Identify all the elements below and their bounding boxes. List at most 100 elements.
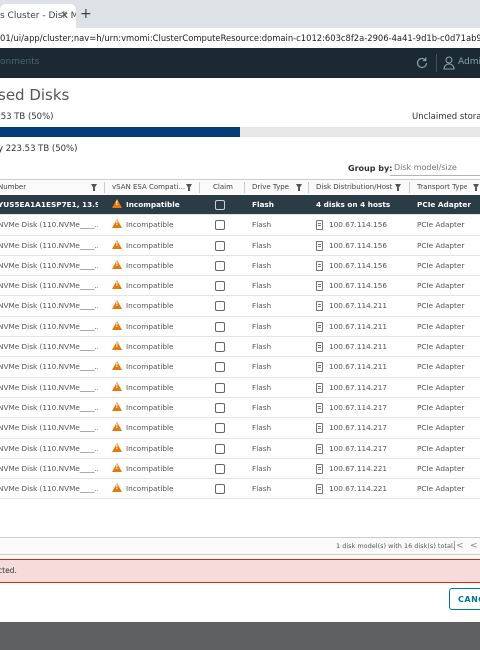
- grid-footer-count: 1 disk model(s) with 16 disk(s) total.: [336, 542, 455, 550]
- host-icon: [316, 463, 323, 474]
- table-row[interactable]: NVMe Disk (110.NVMe____... Incompatible Fl…: [0, 459, 480, 480]
- drive-type: Flash: [252, 423, 272, 433]
- claim-checkbox[interactable]: [215, 301, 225, 312]
- disk-name: NVMe Disk (110.NVMe____...: [0, 382, 98, 392]
- drive-type: Flash: [252, 463, 272, 473]
- claim-checkbox[interactable]: [215, 443, 225, 454]
- claim-checkbox[interactable]: [215, 382, 225, 393]
- drive-type: Flash: [252, 362, 272, 372]
- claim-checkbox[interactable]: [215, 260, 225, 271]
- claim-checkbox[interactable]: [215, 342, 225, 353]
- compat-status: Incompatible: [126, 484, 174, 494]
- compat-status: Incompatible: [126, 281, 174, 291]
- claim-checkbox[interactable]: [215, 484, 225, 495]
- transport-type: PCIe Adapter: [417, 260, 465, 270]
- disk-grid-body: YUS5EA1A1ESP7E1, 13.97 T... Incompatible F…: [0, 195, 480, 500]
- disk-name: NVMe Disk (110.NVMe____...: [0, 402, 98, 412]
- warning-icon: [112, 422, 122, 432]
- host-icon: [316, 423, 323, 434]
- transport-type: PCIe Adapter: [417, 281, 465, 291]
- drive-type: Flash: [252, 200, 274, 209]
- compat-status: Incompatible: [126, 321, 174, 331]
- user-icon[interactable]: [443, 56, 455, 70]
- column-header-claim[interactable]: Claim: [213, 180, 243, 195]
- error-alert: cted.: [0, 559, 480, 583]
- claim-checkbox[interactable]: [215, 240, 225, 251]
- drive-type: Flash: [252, 240, 272, 250]
- disk-host: 100.67.114.156: [329, 281, 388, 291]
- new-tab-icon[interactable]: +: [80, 6, 92, 22]
- user-name[interactable]: Admin: [458, 57, 480, 67]
- column-header-esa-compat[interactable]: vSAN ESA Compati...: [112, 180, 192, 195]
- claim-checkbox[interactable]: [215, 463, 225, 474]
- drive-type: Flash: [252, 342, 272, 352]
- warning-icon: [112, 259, 122, 269]
- table-row[interactable]: NVMe Disk (110.NVMe____... Incompatible Fl…: [0, 357, 480, 378]
- app-header: onments Admin: [0, 48, 480, 78]
- compat-status: Incompatible: [126, 342, 174, 352]
- drive-type: Flash: [252, 301, 272, 311]
- table-row[interactable]: NVMe Disk (110.NVMe____... Incompatible Fl…: [0, 378, 480, 398]
- nav-section-label[interactable]: onments: [0, 57, 39, 67]
- disk-name: NVMe Disk (110.NVMe____...: [0, 260, 98, 270]
- compat-status: Incompatible: [126, 463, 174, 473]
- disk-host: 4 disks on 4 hosts: [316, 200, 391, 209]
- transport-type: PCIe Adapter: [417, 240, 465, 250]
- table-row[interactable]: NVMe Disk (110.NVMe____... Incompatible Fl…: [0, 418, 480, 439]
- refresh-icon[interactable]: [415, 56, 429, 70]
- warning-icon: [112, 219, 122, 229]
- previous-page-icon[interactable]: <: [470, 538, 478, 554]
- warning-icon: [112, 361, 122, 371]
- table-row[interactable]: NVMe Disk (110.NVMe____... Incompatible Fl…: [0, 479, 480, 500]
- transport-type: PCIe Adapter: [417, 321, 465, 331]
- alert-message: cted.: [0, 566, 17, 575]
- warning-icon: [112, 483, 122, 493]
- disk-name: NVMe Disk (110.NVMe____...: [0, 220, 98, 230]
- group-by-select[interactable]: Disk model/size: [390, 160, 480, 176]
- first-page-icon[interactable]: |<: [453, 538, 464, 554]
- browser-tab[interactable]: s Cluster - Disk Ma ✕: [0, 4, 76, 28]
- table-row[interactable]: NVMe Disk (110.NVMe____... Incompatible Fl…: [0, 398, 480, 419]
- table-row[interactable]: NVMe Disk (110.NVMe____... Incompatible Fl…: [0, 296, 480, 317]
- column-header-transport[interactable]: Transport Type: [417, 180, 467, 195]
- drive-type: Flash: [252, 484, 272, 494]
- claim-checkbox[interactable]: [215, 321, 225, 332]
- filter-icon[interactable]: [296, 184, 302, 191]
- claimed-capacity: .53 TB (50%): [0, 112, 54, 122]
- disk-name: NVMe Disk (110.NVMe____...: [0, 484, 98, 494]
- warning-icon: [112, 341, 122, 351]
- filter-icon[interactable]: [186, 184, 192, 191]
- filter-icon[interactable]: [473, 184, 479, 191]
- column-header-number[interactable]: Number: [0, 180, 84, 195]
- table-row[interactable]: NVMe Disk (110.NVMe____... Incompatible Fl…: [0, 439, 480, 459]
- disk-name: NVMe Disk (110.NVMe____...: [0, 362, 98, 372]
- table-row[interactable]: NVMe Disk (110.NVMe____... Incompatible Fl…: [0, 236, 480, 256]
- table-row[interactable]: NVMe Disk (110.NVMe____... Incompatible Fl…: [0, 337, 480, 358]
- table-row[interactable]: YUS5EA1A1ESP7E1, 13.97 T... Incompatible F…: [0, 195, 480, 216]
- disk-host: 100.67.114.156: [329, 240, 388, 250]
- close-icon[interactable]: ✕: [60, 4, 68, 28]
- address-bar[interactable]: 01/ui/app/cluster;nav=h/urn:vmomi:Cluste…: [0, 28, 480, 49]
- warning-icon: [112, 300, 122, 310]
- claim-checkbox[interactable]: [215, 200, 225, 210]
- cancel-button[interactable]: CANCE: [449, 588, 480, 610]
- disk-host: 100.67.114.221: [329, 463, 388, 473]
- column-header-drive-type[interactable]: Drive Type: [252, 180, 292, 195]
- filter-icon[interactable]: [91, 184, 97, 191]
- column-header-distribution[interactable]: Disk Distribution/Host: [316, 180, 394, 195]
- table-row[interactable]: NVMe Disk (110.NVMe____... Incompatible Fl…: [0, 256, 480, 277]
- drive-type: Flash: [252, 443, 272, 453]
- column-separator: [244, 182, 245, 193]
- disk-host: 100.67.114.211: [329, 321, 388, 331]
- table-row[interactable]: NVMe Disk (110.NVMe____... Incompatible Fl…: [0, 276, 480, 297]
- claim-checkbox[interactable]: [215, 220, 225, 231]
- drive-type: Flash: [252, 382, 272, 392]
- claim-checkbox[interactable]: [215, 362, 225, 373]
- table-row[interactable]: NVMe Disk (110.NVMe____... Incompatible Fl…: [0, 317, 480, 338]
- drive-type: Flash: [252, 260, 272, 270]
- filter-icon[interactable]: [395, 184, 401, 191]
- claim-checkbox[interactable]: [215, 423, 225, 434]
- claim-checkbox[interactable]: [215, 281, 225, 292]
- claim-checkbox[interactable]: [215, 402, 225, 413]
- table-row[interactable]: NVMe Disk (110.NVMe____... Incompatible Fl…: [0, 215, 480, 236]
